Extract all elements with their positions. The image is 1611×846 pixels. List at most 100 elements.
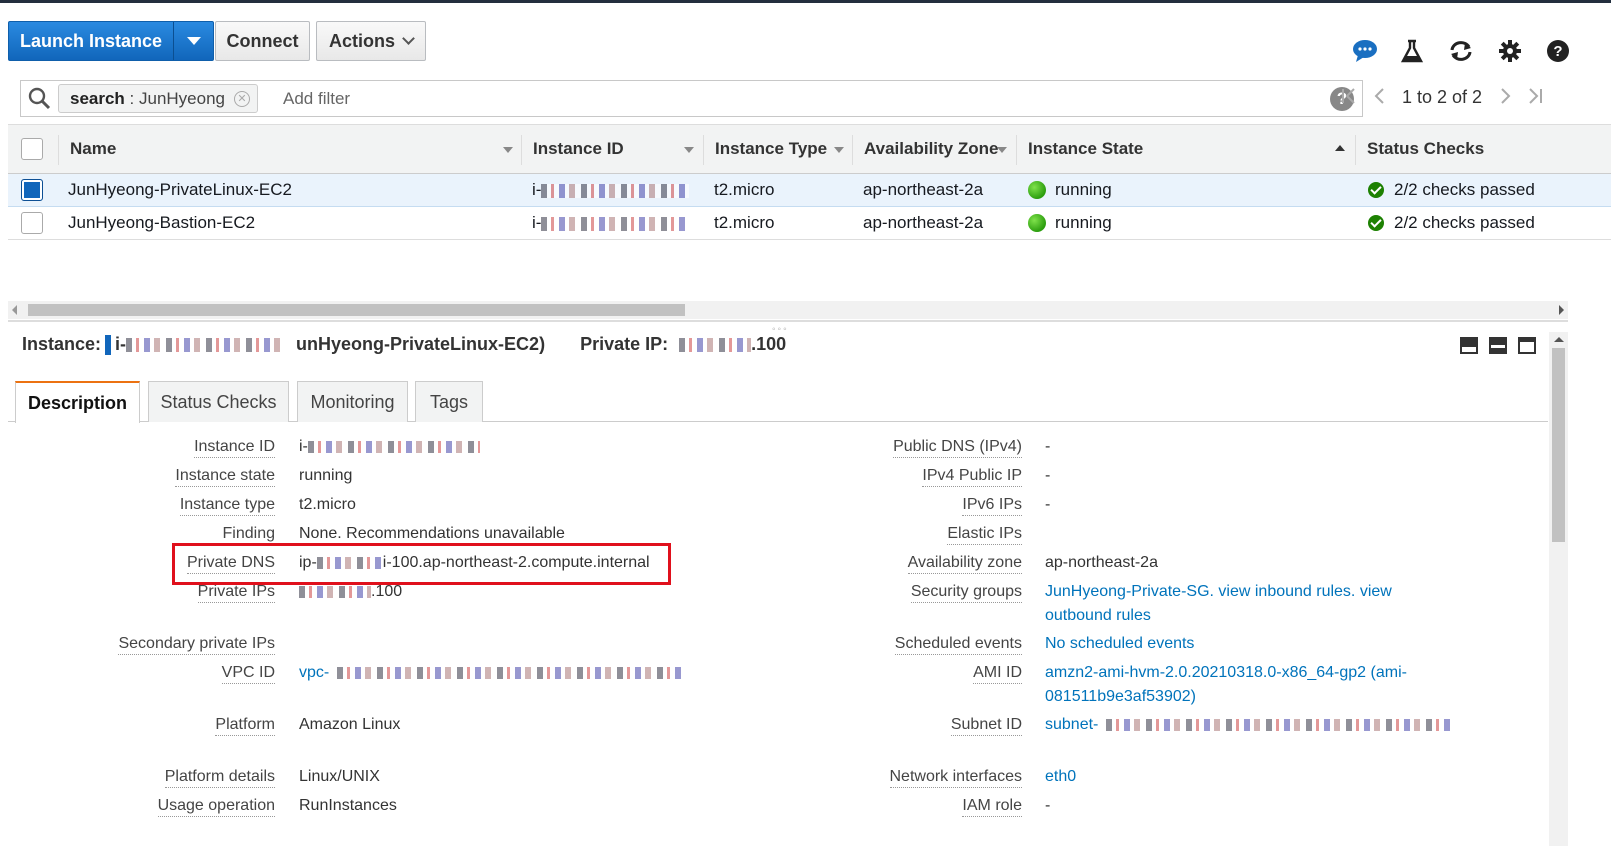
launch-dropdown-toggle[interactable]	[173, 22, 213, 60]
outbound-rules-link[interactable]: outbound rules	[1045, 607, 1151, 625]
private-dns-highlight-box	[172, 543, 671, 585]
scroll-up-icon[interactable]	[1554, 337, 1564, 342]
col-name[interactable]: Name	[70, 125, 116, 173]
running-status-icon	[1028, 181, 1046, 199]
chat-icon[interactable]	[1350, 36, 1380, 66]
private-ip-label: Private IP:	[580, 334, 669, 354]
label-platform: Platform	[215, 716, 275, 736]
chip-value: JunHyeong	[139, 89, 226, 108]
selection-marker	[105, 335, 112, 356]
first-page-icon[interactable]	[1340, 86, 1358, 110]
label-private-ips: Private IPs	[197, 583, 275, 603]
chip-key: search	[70, 89, 125, 108]
redacted-id	[126, 338, 287, 353]
last-page-icon[interactable]	[1526, 86, 1544, 110]
top-border	[0, 0, 1611, 3]
scheduled-events-link[interactable]: No scheduled events	[1045, 635, 1194, 653]
lab-flask-icon[interactable]	[1397, 36, 1427, 66]
redacted-id	[307, 440, 480, 453]
remove-chip-icon[interactable]: ✕	[234, 91, 251, 107]
row-status-checks: 2/2 checks passed	[1394, 180, 1535, 199]
connect-button[interactable]: Connect	[215, 21, 310, 61]
security-groups-link[interactable]: JunHyeong-Private-SG. view inbound rules…	[1045, 583, 1392, 601]
label-instance-id: Instance ID	[194, 438, 275, 458]
row-checkbox[interactable]	[21, 179, 43, 201]
network-interface-link[interactable]: eth0	[1045, 768, 1076, 786]
label-finding: Finding	[222, 525, 275, 545]
label-security-groups: Security groups	[910, 583, 1022, 603]
filter-search-bar[interactable]: search : JunHyeong ✕ Add filter ?	[20, 80, 1363, 117]
row-checkbox[interactable]	[21, 212, 43, 234]
value-instance-type: t2.micro	[299, 496, 356, 513]
row-name: JunHyeong-PrivateLinux-EC2	[68, 180, 292, 199]
column-separator	[1355, 135, 1356, 165]
ami-id-link-cont[interactable]: 081511b9e3af53902)	[1045, 688, 1196, 706]
tab-description[interactable]: Description	[15, 381, 140, 423]
actions-button[interactable]: Actions	[316, 21, 426, 61]
instances-table-header: Name Instance ID Instance Type Availabil…	[8, 124, 1611, 174]
tab-tags[interactable]: Tags	[415, 381, 483, 422]
prev-page-icon[interactable]	[1372, 86, 1386, 110]
search-filter-chip[interactable]: search : JunHyeong ✕	[58, 84, 259, 113]
table-row[interactable]: JunHyeong-Bastion-EC2 i- t2.micro ap-nor…	[8, 207, 1611, 240]
horizontal-scrollbar[interactable]	[8, 301, 1568, 319]
add-filter-input[interactable]: Add filter	[283, 81, 350, 116]
tab-monitoring[interactable]: Monitoring	[297, 381, 408, 422]
settings-gear-icon[interactable]	[1495, 36, 1525, 66]
subnet-id-link[interactable]: subnet-	[1045, 716, 1452, 734]
col-instance-type[interactable]: Instance Type	[715, 125, 827, 173]
label-availability-zone: Availability zone	[907, 554, 1022, 574]
label-platform-details: Platform details	[164, 768, 275, 788]
col-status-checks[interactable]: Status Checks	[1367, 125, 1484, 173]
layout-full-icon[interactable]	[1518, 337, 1536, 354]
label-ipv6-ips: IPv6 IPs	[962, 496, 1022, 516]
vpc-id-link[interactable]: vpc-	[299, 664, 683, 682]
label-secondary-private-ips: Secondary private IPs	[118, 635, 275, 655]
row-instance-state: running	[1055, 213, 1112, 232]
scroll-left-icon[interactable]	[12, 305, 17, 315]
sort-icon[interactable]	[684, 147, 694, 153]
sort-icon[interactable]	[997, 147, 1007, 153]
next-page-icon[interactable]	[1499, 86, 1513, 110]
select-all-checkbox[interactable]	[21, 138, 43, 160]
label-usage-operation: Usage operation	[157, 797, 275, 817]
column-separator	[703, 135, 704, 165]
layout-split-icon[interactable]	[1489, 337, 1507, 354]
layout-bottom-icon[interactable]	[1460, 337, 1478, 354]
sort-icon[interactable]	[834, 147, 844, 153]
row-availability-zone: ap-northeast-2a	[863, 213, 984, 232]
row-name: JunHyeong-Bastion-EC2	[68, 213, 256, 232]
row-instance-id: i-	[532, 174, 690, 206]
label-network-interfaces: Network interfaces	[889, 768, 1022, 788]
column-separator	[852, 135, 853, 165]
row-instance-state: running	[1055, 180, 1112, 199]
value-instance-state: running	[299, 467, 353, 484]
tab-status-checks[interactable]: Status Checks	[148, 381, 289, 422]
refresh-icon[interactable]	[1446, 36, 1476, 66]
column-separator	[521, 135, 522, 165]
help-icon[interactable]: ?	[1543, 36, 1573, 66]
private-ip-suffix: .100	[371, 583, 403, 600]
subnet-prefix: subnet-	[1045, 716, 1099, 733]
ami-id-link[interactable]: amzn2-ami-hvm-2.0.20210318.0-x86_64-gp2 …	[1045, 664, 1407, 682]
col-instance-state[interactable]: Instance State	[1028, 125, 1143, 173]
value-availability-zone: ap-northeast-2a	[1045, 554, 1158, 571]
instance-label: Instance:	[22, 334, 102, 354]
scroll-thumb[interactable]	[28, 304, 685, 316]
vertical-scrollbar[interactable]	[1549, 332, 1568, 846]
pane-divider[interactable]	[8, 320, 1568, 322]
launch-instance-button[interactable]: Launch Instance	[8, 21, 214, 61]
value-finding: None. Recommendations unavailable	[299, 525, 565, 542]
sort-icon[interactable]	[503, 147, 513, 153]
col-instance-id[interactable]: Instance ID	[533, 125, 624, 173]
value-platform-details: Linux/UNIX	[299, 768, 380, 785]
label-subnet-id: Subnet ID	[950, 716, 1022, 736]
label-elastic-ips: Elastic IPs	[947, 525, 1022, 545]
table-row[interactable]: JunHyeong-PrivateLinux-EC2 i- t2.micro a…	[8, 174, 1611, 207]
col-availability-zone[interactable]: Availability Zone	[864, 125, 998, 173]
label-public-dns: Public DNS (IPv4)	[893, 438, 1022, 458]
scroll-thumb[interactable]	[1552, 348, 1565, 542]
value-iam-role: -	[1045, 797, 1051, 814]
scroll-right-icon[interactable]	[1559, 305, 1564, 315]
sort-ascending-icon[interactable]	[1335, 145, 1345, 151]
